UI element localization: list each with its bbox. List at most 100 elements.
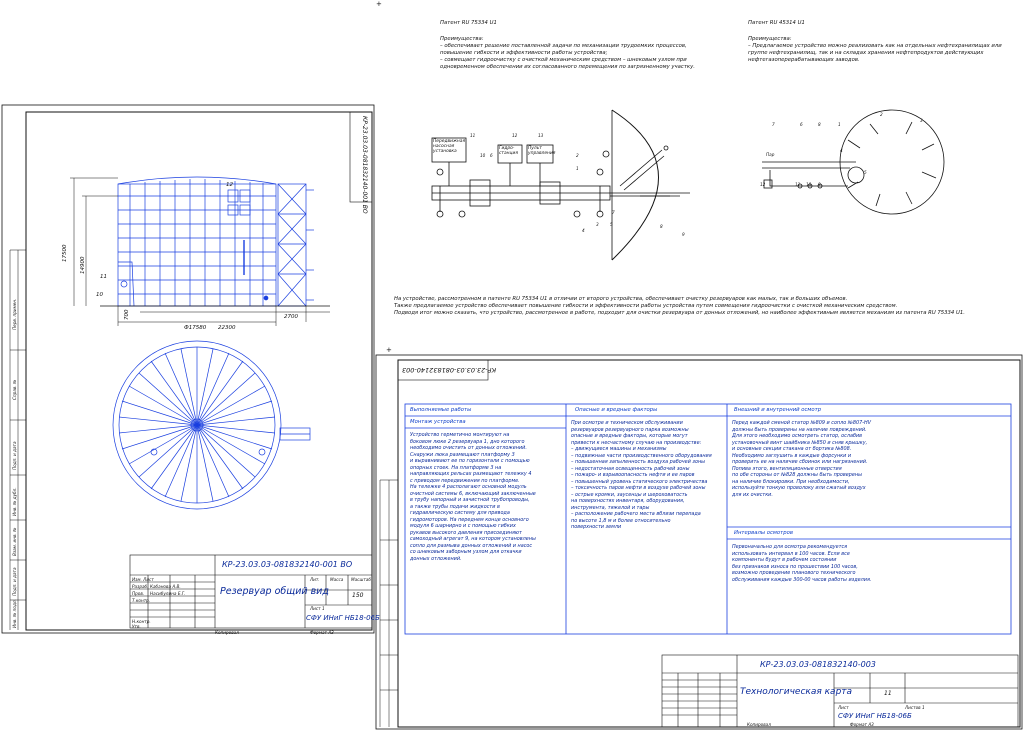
sheet2-format: Формат А3 <box>850 722 874 727</box>
sheet1-side-label: Справ. № <box>12 379 17 400</box>
fig2-label: 5 <box>864 170 867 175</box>
comparison-line: На устройстве, рассмотренном в патенте R… <box>394 296 848 302</box>
sheet1-stamp-row: Утв. <box>132 624 141 629</box>
patent1-adv-line: одновременном обеспечении их согласованн… <box>440 64 695 70</box>
sheet1-stamp-mass: 150 <box>352 592 364 599</box>
sheet1-side-label: Инв. № дубл. <box>12 487 17 516</box>
sheet1-stamp-row: Изм. Лист <box>132 577 154 582</box>
patent2-adv-head: Преимущества: <box>748 36 792 42</box>
patent1-adv-line: повышение гибкости и эффективности работ… <box>440 50 608 56</box>
sheet1-stamp-scale-head: Масштаб <box>351 577 371 582</box>
dimension-diameter: Ф17580 <box>184 325 207 331</box>
fig1-label: 9 <box>682 232 685 237</box>
sheet2-stamp-sheets: Листов 1 <box>905 705 925 710</box>
sheet1-stamp-org: СФУ ИНиГ НБ18-06Б <box>306 614 380 622</box>
sheet1-side-label: Подп. и дата <box>12 567 17 596</box>
sheet1-stamp-name: Кабанова А.В. <box>150 584 181 589</box>
dimension-22300: 22300 <box>218 325 236 331</box>
fig2-label: 9 <box>818 182 821 187</box>
sheet2-stamp-org: СФУ ИНиГ НБ18-06Б <box>838 712 912 720</box>
patent1-title: Патент RU 75334 U1 <box>440 20 497 26</box>
svg-text:+: + <box>376 0 382 8</box>
col1-subhead: Монтаж устройства <box>410 419 466 425</box>
sheet1-copied: Копировал <box>215 630 239 635</box>
col-head-hazards: Опасные и вредные факторы <box>575 407 658 413</box>
sheet1-side-label: Взам. инв. № <box>12 527 17 556</box>
fig2-label: 8 <box>818 122 821 127</box>
fig1-label: 1 <box>576 166 579 171</box>
fig2-schematic <box>762 109 945 215</box>
dimension-17500: 17500 <box>62 244 68 263</box>
sheet1-stamp-name: Насибулина Е.Г. <box>150 591 186 596</box>
callout-10: 10 <box>96 292 103 298</box>
sheet1-stamp-code: КР-23.03.03-081832140-001 ВО <box>222 560 353 569</box>
sheet2-copied: Копировал <box>747 722 771 727</box>
sheet1-stamp-row: Пров. <box>132 591 145 596</box>
comparison-line: Подводя итог можно сказать, что устройст… <box>394 310 965 316</box>
fig1-box-control-panel: Пульт управления <box>528 146 556 157</box>
patent1-adv-line: – совмещает гидроочистку с очисткой меха… <box>440 57 687 63</box>
dimension-2700: 2700 <box>284 314 298 320</box>
sheet1-stamp-lit: Лит. <box>310 577 320 582</box>
dimension-14900: 14900 <box>80 256 86 275</box>
tank-elevation <box>100 176 330 307</box>
sheet2-stamp-mass: 11 <box>884 690 892 697</box>
callout-12: 12 <box>226 182 233 188</box>
col-head-works: Выполняемые работы <box>410 407 472 413</box>
fig1-label: 13 <box>538 133 544 138</box>
col3-text2: Первоначально для осмотра рекомендуется … <box>732 544 872 583</box>
fig2-label-steam: Пар <box>766 152 775 157</box>
fig1-box-pump-unit: Передвижная насосная установка <box>433 139 466 155</box>
comparison-line: Также предлагаемое устройство обеспечива… <box>394 303 898 309</box>
dimension-700: 700 <box>124 309 130 321</box>
col3-subhead: Интервалы осмотров <box>734 530 793 536</box>
fig2-label: 12 <box>760 182 766 187</box>
fig2-label: 1 <box>838 122 841 127</box>
patent2-adv-line: нефтегазоперерабатывающих заводов. <box>748 57 860 63</box>
sheet1-stamp-title: Резервуар общий вид <box>220 586 329 597</box>
patent2-adv-line: – Предлагаемое устройство можно реализов… <box>748 43 1002 49</box>
fig2-label: 11 <box>795 182 801 187</box>
drawing-canvas: + + Патент RU 75334 U1 Преимущества: – о… <box>0 0 1024 731</box>
fig1-label: 7 <box>612 210 615 215</box>
fig2-label: 3 <box>920 118 923 123</box>
col3-text: Перед каждой сменой статор №809 и сопло … <box>732 420 872 498</box>
fig1-label: 11 <box>470 133 476 138</box>
fig1-label: 3 <box>596 222 599 227</box>
sheet2-stamp-title: Технологическая карта <box>740 687 853 697</box>
col-head-inspection: Внешний и внутренний осмотр <box>734 407 822 413</box>
patent2-adv-line: группе нефтехранилищ, так и на складах х… <box>748 50 984 56</box>
sheet1-stamp-row: Разраб. <box>132 584 149 589</box>
fig1-label: 12 <box>512 133 518 138</box>
sheet1-rotated-code: КР-23.03.03-081832140-001 ВО <box>361 116 368 214</box>
col1-text: Устройство герметично монтируют на боков… <box>410 432 536 562</box>
fig1-box-hydrostation: Гидро- станция <box>499 146 519 157</box>
sheet1-side-label: Перв. примен. <box>12 298 17 330</box>
tank-plan <box>112 340 311 510</box>
patent2-title: Патент RU 45314 U1 <box>748 20 805 26</box>
fig1-label: 10 <box>480 153 486 158</box>
fig2-label: 6 <box>800 122 803 127</box>
fig1-label: 5 <box>610 222 613 227</box>
sheet1-side-label: Подп. и дата <box>12 441 17 470</box>
sheet1-format: Формат А3 <box>310 630 334 635</box>
sheet1-stamp-row: Т.контр. <box>132 598 151 603</box>
svg-text:+: + <box>386 346 392 354</box>
callout-11: 11 <box>100 274 107 280</box>
fig1-label: 6 <box>490 153 493 158</box>
fig2-label: 10 <box>806 182 812 187</box>
fig1-label: 4 <box>582 228 585 233</box>
fig2-label: 4 <box>840 148 843 153</box>
sheet2-stamp-sheet: Лист <box>838 705 849 710</box>
fig2-label: 2 <box>880 112 883 117</box>
sheet1-stamp-mass-head: Масса <box>330 577 344 582</box>
sheet2-rotated-code: КР-23.03.03-081832140-003 <box>402 366 497 374</box>
col2-text: При осмотре и техническом обслуживании р… <box>571 420 712 530</box>
sheet2-stamp-code: КР-23.03.03-081832140-003 <box>760 660 876 669</box>
technical-drawing: + + <box>1 0 1023 730</box>
fig1-label: 8 <box>660 224 663 229</box>
sheet1-side-label: Инв. № подл. <box>12 599 17 628</box>
fig1-label: 2 <box>576 153 579 158</box>
patent1-adv-line: – обеспечивает решение поставленной зада… <box>440 43 687 49</box>
sheet1-stamp-sheet: Лист 1 <box>310 606 325 611</box>
